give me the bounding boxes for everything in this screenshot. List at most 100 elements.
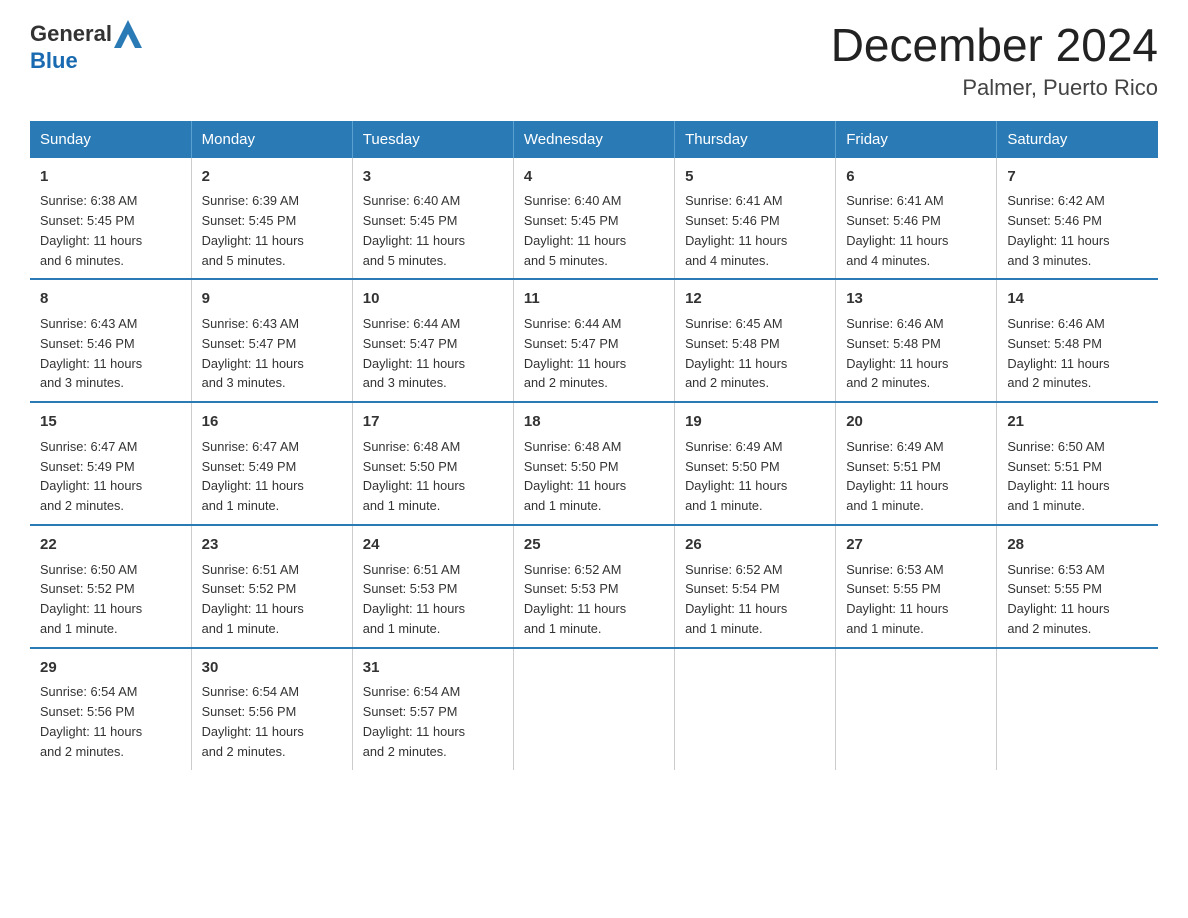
header-row: SundayMondayTuesdayWednesdayThursdayFrid… [30,121,1158,158]
calendar-cell: 27 Sunrise: 6:53 AMSunset: 5:55 PMDayligh… [836,525,997,648]
calendar-cell: 23 Sunrise: 6:51 AMSunset: 5:52 PMDayligh… [191,525,352,648]
calendar-cell: 13 Sunrise: 6:46 AMSunset: 5:48 PMDayligh… [836,279,997,402]
calendar-cell [836,648,997,770]
day-info: Sunrise: 6:53 AMSunset: 5:55 PMDaylight:… [846,560,986,639]
day-number: 9 [202,288,342,311]
day-info: Sunrise: 6:52 AMSunset: 5:54 PMDaylight:… [685,560,825,639]
calendar-table: SundayMondayTuesdayWednesdayThursdayFrid… [30,121,1158,770]
day-number: 22 [40,534,181,557]
day-info: Sunrise: 6:49 AMSunset: 5:50 PMDaylight:… [685,437,825,516]
day-info: Sunrise: 6:48 AMSunset: 5:50 PMDaylight:… [363,437,503,516]
calendar-cell: 7Sunrise: 6:42 AMSunset: 5:46 PMDaylight… [997,158,1158,280]
day-info: Sunrise: 6:49 AMSunset: 5:51 PMDaylight:… [846,437,986,516]
day-number: 20 [846,411,986,434]
day-number: 16 [202,411,342,434]
day-info: Sunrise: 6:48 AMSunset: 5:50 PMDaylight:… [524,437,664,516]
calendar-cell: 25 Sunrise: 6:52 AMSunset: 5:53 PMDayligh… [513,525,674,648]
day-info: Sunrise: 6:38 AMSunset: 5:45 PMDaylight:… [40,191,181,270]
day-number: 13 [846,288,986,311]
title-area: December 2024 Palmer, Puerto Rico [831,20,1158,101]
day-number: 24 [363,534,503,557]
day-number: 6 [846,166,986,189]
day-info: Sunrise: 6:51 AMSunset: 5:52 PMDaylight:… [202,560,342,639]
calendar-cell: 31Sunrise: 6:54 AMSunset: 5:57 PMDayligh… [352,648,513,770]
calendar-cell: 16 Sunrise: 6:47 AMSunset: 5:49 PMDayligh… [191,402,352,525]
day-number: 5 [685,166,825,189]
day-info: Sunrise: 6:41 AMSunset: 5:46 PMDaylight:… [846,191,986,270]
calendar-cell: 18 Sunrise: 6:48 AMSunset: 5:50 PMDayligh… [513,402,674,525]
header-cell-monday: Monday [191,121,352,158]
day-number: 31 [363,657,503,680]
day-info: Sunrise: 6:40 AMSunset: 5:45 PMDaylight:… [524,191,664,270]
day-number: 18 [524,411,664,434]
day-number: 29 [40,657,181,680]
calendar-cell: 2Sunrise: 6:39 AMSunset: 5:45 PMDaylight… [191,158,352,280]
day-info: Sunrise: 6:47 AMSunset: 5:49 PMDaylight:… [202,437,342,516]
day-info: Sunrise: 6:46 AMSunset: 5:48 PMDaylight:… [846,314,986,393]
calendar-cell [675,648,836,770]
day-info: Sunrise: 6:43 AMSunset: 5:47 PMDaylight:… [202,314,342,393]
day-number: 7 [1007,166,1148,189]
calendar-cell: 1Sunrise: 6:38 AMSunset: 5:45 PMDaylight… [30,158,191,280]
day-number: 21 [1007,411,1148,434]
calendar-cell: 3Sunrise: 6:40 AMSunset: 5:45 PMDaylight… [352,158,513,280]
calendar-cell: 9 Sunrise: 6:43 AMSunset: 5:47 PMDaylight… [191,279,352,402]
day-info: Sunrise: 6:54 AMSunset: 5:57 PMDaylight:… [363,682,503,761]
day-number: 23 [202,534,342,557]
day-info: Sunrise: 6:54 AMSunset: 5:56 PMDaylight:… [202,682,342,761]
day-number: 15 [40,411,181,434]
day-number: 14 [1007,288,1148,311]
page-subtitle: Palmer, Puerto Rico [831,75,1158,101]
day-info: Sunrise: 6:40 AMSunset: 5:45 PMDaylight:… [363,191,503,270]
day-info: Sunrise: 6:54 AMSunset: 5:56 PMDaylight:… [40,682,181,761]
header-cell-sunday: Sunday [30,121,191,158]
day-info: Sunrise: 6:43 AMSunset: 5:46 PMDaylight:… [40,314,181,393]
day-info: Sunrise: 6:51 AMSunset: 5:53 PMDaylight:… [363,560,503,639]
calendar-cell: 20 Sunrise: 6:49 AMSunset: 5:51 PMDayligh… [836,402,997,525]
calendar-cell: 8 Sunrise: 6:43 AMSunset: 5:46 PMDaylight… [30,279,191,402]
day-number: 27 [846,534,986,557]
logo: General Blue [30,20,142,74]
logo-blue: Blue [30,48,78,73]
logo-general: General [30,21,112,47]
calendar-cell: 30Sunrise: 6:54 AMSunset: 5:56 PMDayligh… [191,648,352,770]
calendar-cell: 24 Sunrise: 6:51 AMSunset: 5:53 PMDayligh… [352,525,513,648]
day-number: 11 [524,288,664,311]
header-cell-saturday: Saturday [997,121,1158,158]
calendar-cell: 11 Sunrise: 6:44 AMSunset: 5:47 PMDayligh… [513,279,674,402]
calendar-cell: 15 Sunrise: 6:47 AMSunset: 5:49 PMDayligh… [30,402,191,525]
day-info: Sunrise: 6:39 AMSunset: 5:45 PMDaylight:… [202,191,342,270]
day-number: 3 [363,166,503,189]
day-info: Sunrise: 6:47 AMSunset: 5:49 PMDaylight:… [40,437,181,516]
calendar-cell [513,648,674,770]
day-number: 4 [524,166,664,189]
day-info: Sunrise: 6:53 AMSunset: 5:55 PMDaylight:… [1007,560,1148,639]
header-cell-wednesday: Wednesday [513,121,674,158]
day-number: 10 [363,288,503,311]
week-row-4: 22Sunrise: 6:50 AMSunset: 5:52 PMDayligh… [30,525,1158,648]
calendar-cell: 28Sunrise: 6:53 AMSunset: 5:55 PMDayligh… [997,525,1158,648]
day-number: 2 [202,166,342,189]
day-info: Sunrise: 6:50 AMSunset: 5:51 PMDaylight:… [1007,437,1148,516]
day-info: Sunrise: 6:44 AMSunset: 5:47 PMDaylight:… [524,314,664,393]
day-info: Sunrise: 6:45 AMSunset: 5:48 PMDaylight:… [685,314,825,393]
calendar-cell: 14Sunrise: 6:46 AMSunset: 5:48 PMDayligh… [997,279,1158,402]
header: General Blue December 2024 Palmer, Puert… [30,20,1158,101]
day-info: Sunrise: 6:52 AMSunset: 5:53 PMDaylight:… [524,560,664,639]
logo-triangle-icon [114,20,142,48]
day-number: 30 [202,657,342,680]
header-cell-friday: Friday [836,121,997,158]
week-row-1: 1Sunrise: 6:38 AMSunset: 5:45 PMDaylight… [30,158,1158,280]
header-cell-tuesday: Tuesday [352,121,513,158]
calendar-cell: 19Sunrise: 6:49 AMSunset: 5:50 PMDayligh… [675,402,836,525]
calendar-cell: 12Sunrise: 6:45 AMSunset: 5:48 PMDayligh… [675,279,836,402]
day-info: Sunrise: 6:41 AMSunset: 5:46 PMDaylight:… [685,191,825,270]
day-number: 25 [524,534,664,557]
day-number: 1 [40,166,181,189]
day-number: 8 [40,288,181,311]
day-number: 26 [685,534,825,557]
calendar-cell: 17Sunrise: 6:48 AMSunset: 5:50 PMDayligh… [352,402,513,525]
header-cell-thursday: Thursday [675,121,836,158]
calendar-cell: 26 Sunrise: 6:52 AMSunset: 5:54 PMDayligh… [675,525,836,648]
week-row-5: 29Sunrise: 6:54 AMSunset: 5:56 PMDayligh… [30,648,1158,770]
